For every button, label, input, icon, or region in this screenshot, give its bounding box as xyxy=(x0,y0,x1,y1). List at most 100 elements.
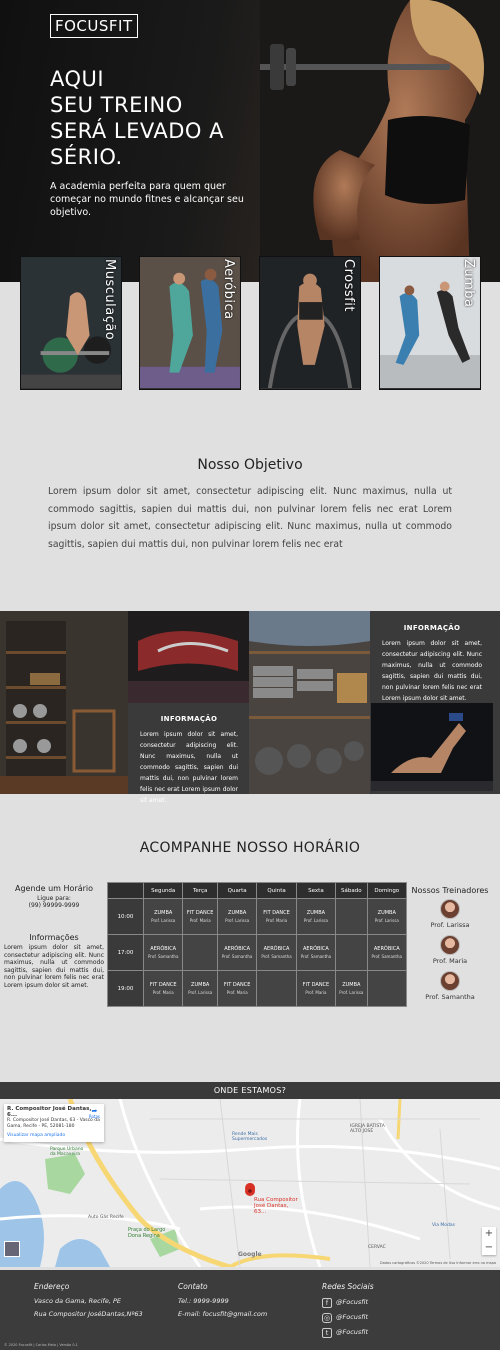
day-header: Domingo xyxy=(366,882,408,899)
map-place-name: R. Compositor José Dantas, 6... xyxy=(7,1106,92,1118)
map-info-card[interactable]: R. Compositor José Dantas, 6... R. Compo… xyxy=(4,1104,104,1142)
class-cell[interactable]: AERÓBICA Prof. Samantha xyxy=(216,934,258,971)
time-cell: 19:00 xyxy=(107,970,144,1007)
class-teacher: Prof. Larissa xyxy=(374,917,399,923)
class-cell[interactable]: ZUMBA Prof. Larissa xyxy=(182,970,218,1007)
brand-logo[interactable]: FOCUSFIT xyxy=(50,14,138,38)
trainer-item[interactable]: Prof. Larissa xyxy=(410,899,490,935)
ligue-label: Ligue para: xyxy=(37,895,71,902)
class-cell[interactable]: FIT DANCE Prof. Maria xyxy=(216,970,258,1007)
class-name: ZUMBA xyxy=(154,909,173,916)
map-zoom-controls: + − xyxy=(482,1227,496,1255)
card-zumba[interactable]: Zumba xyxy=(379,256,481,390)
twitter-icon: t xyxy=(322,1327,332,1338)
class-teacher: Prof. Samantha xyxy=(371,953,402,959)
footer-address-line: Vasco da Gama, Recife, PE xyxy=(34,1297,122,1305)
class-name: ZUMBA xyxy=(191,981,210,988)
gallery-grid: INFORMAÇÃO Lorem ipsum dolor sit amet, c… xyxy=(0,611,500,804)
trainer-item[interactable]: Prof. Samantha xyxy=(410,971,490,1007)
class-cell[interactable]: ZUMBA Prof. Larissa xyxy=(335,970,368,1007)
class-teacher: Prof. Maria xyxy=(305,989,327,995)
schedule-header-row: Segunda Terça Quarta Quinta Sexta Sábado Domin… xyxy=(107,882,408,899)
footer-phone[interactable]: Tel.: 9999-9999 xyxy=(178,1295,267,1308)
class-cell[interactable]: ZUMBA Prof. Larissa xyxy=(366,898,408,935)
card-aerobica[interactable]: Aeróbica xyxy=(139,256,241,390)
schedule-row: 10:00 ZUMBA Prof. Larissa FIT DANCE Prof. Ma… xyxy=(107,898,408,935)
info-title: INFORMAÇÃO xyxy=(160,715,218,723)
footer-contact-title: Contato xyxy=(178,1282,208,1291)
class-cell[interactable]: ZUMBA Prof. Larissa xyxy=(295,898,337,935)
class-teacher: Prof. Larissa xyxy=(339,989,364,995)
info-title: Informações xyxy=(29,933,79,942)
hero-headline: AQUI SEU TREINO SERÁ LEVADO A SÉRIO. xyxy=(50,66,250,170)
trainer-name: Prof. Maria xyxy=(432,957,468,965)
class-teacher: Prof. Larissa xyxy=(151,917,176,923)
class-name: ZUMBA xyxy=(306,909,326,916)
info-text: Lorem ipsum dolor sit amet, consectetur … xyxy=(4,944,104,989)
day-header: Segunda xyxy=(142,882,184,899)
social-twitter[interactable]: t @Focusfit xyxy=(322,1325,374,1340)
map-attribution[interactable]: Dados cartográficos ©2020 Termos de Uso … xyxy=(380,1261,496,1265)
schedule-row: 17:00 AERÓBICA Prof. Samantha AERÓBICA Prof.… xyxy=(107,934,408,971)
card-label: Crossfit xyxy=(341,259,356,312)
map-label: Auto Gás Recife xyxy=(88,1215,124,1220)
class-teacher: Prof. Samantha xyxy=(147,953,179,959)
class-cell[interactable]: ZUMBA Prof. Larissa xyxy=(142,898,184,935)
map-label: Parque Urbano da Macaxeira xyxy=(50,1147,84,1157)
footer-email[interactable]: E-mail: focusfit@gmail.com xyxy=(178,1308,267,1321)
headline-line: SEU TREINO xyxy=(50,93,183,117)
trainers-title: Nossos Treinadores xyxy=(411,886,489,895)
zoom-out-button[interactable]: − xyxy=(482,1241,496,1255)
class-cell[interactable]: AERÓBICA Prof. Samantha xyxy=(256,934,297,971)
social-handle: @Focusfit xyxy=(336,1313,369,1321)
card-crossfit[interactable]: Crossfit xyxy=(259,256,361,390)
social-instagram[interactable]: ◎ @Focusfit xyxy=(322,1310,374,1325)
class-cell[interactable]: AERÓBICA Prof. Samantha xyxy=(142,934,184,971)
schedule-row: 19:00 FIT DANCE Prof. Maria ZUMBA Prof. Lari… xyxy=(107,970,408,1007)
class-name: AERÓBICA xyxy=(263,945,290,952)
trainer-item[interactable]: Prof. Maria xyxy=(410,935,490,971)
map-embed[interactable]: R. Compositor José Dantas, 6... R. Compo… xyxy=(0,1099,500,1267)
social-handle: @Focusfit xyxy=(336,1298,369,1306)
zoom-in-button[interactable]: + xyxy=(482,1227,496,1241)
day-header: Sexta xyxy=(295,882,337,899)
info-title: INFORMAÇÃO xyxy=(403,624,461,632)
map-title: ONDE ESTAMOS? xyxy=(0,1082,500,1099)
site-footer: Endereço Vasco da Gama, Recife, PE Rua C… xyxy=(0,1270,500,1350)
card-musculacao[interactable]: Musculação xyxy=(20,256,122,390)
schedule-left-column: Agende um Horário Ligue para: (99) 99999… xyxy=(4,884,104,989)
class-teacher: Prof. Samantha xyxy=(221,953,253,959)
schedule-table: Segunda Terça Quarta Quinta Sexta Sábado Domin… xyxy=(107,882,408,1007)
class-name: ZUMBA xyxy=(342,981,361,988)
copyright: © 2020 Focusfit | Carlos Melo | Versão 0… xyxy=(4,1343,78,1347)
footer-address-line: Rua Compositor JoséDantas,Nº63 xyxy=(34,1310,143,1318)
class-cell[interactable]: AERÓBICA Prof. Samantha xyxy=(295,934,337,971)
map-enlarge-link[interactable]: Visualizar mapa ampliado xyxy=(7,1133,101,1139)
time-cell: 10:00 xyxy=(107,898,144,935)
directions-button[interactable]: ➦ Rotas xyxy=(89,1108,100,1120)
class-cell[interactable]: AERÓBICA Prof. Samantha xyxy=(366,934,408,971)
gallery-photo-bikes xyxy=(128,611,249,703)
phone-number[interactable]: (99) 99999-9999 xyxy=(4,902,104,909)
class-cell[interactable]: FIT DANCE Prof. Maria xyxy=(142,970,184,1007)
social-facebook[interactable]: f @Focusfit xyxy=(322,1295,374,1310)
instagram-icon: ◎ xyxy=(322,1312,332,1323)
avatar xyxy=(440,971,460,991)
agende-title: Agende um Horário xyxy=(15,884,93,893)
map-satellite-toggle[interactable] xyxy=(4,1241,20,1257)
class-cell[interactable]: ZUMBA Prof. Larissa xyxy=(216,898,258,935)
class-cell[interactable]: FIT DANCE Prof. Maria xyxy=(182,898,218,935)
day-header: Terça xyxy=(182,882,218,899)
class-cell[interactable]: FIT DANCE Prof. Maria xyxy=(295,970,337,1007)
class-cell[interactable]: FIT DANCE Prof. Maria xyxy=(256,898,297,935)
directions-label: Rotas xyxy=(88,1114,100,1119)
avatar xyxy=(440,899,460,919)
class-teacher: Prof. Samantha xyxy=(300,953,332,959)
info-text: Lorem ipsum dolor sit amet, consectetur … xyxy=(382,640,482,702)
corner-cell xyxy=(107,882,144,899)
class-cell xyxy=(335,898,368,935)
map-label: IGREJA BATISTA ALTO JOSÉ xyxy=(350,1124,385,1134)
class-name: AERÓBICA xyxy=(373,945,400,952)
class-teacher: Prof. Larissa xyxy=(303,917,328,923)
headline-line: AQUI xyxy=(50,67,105,91)
